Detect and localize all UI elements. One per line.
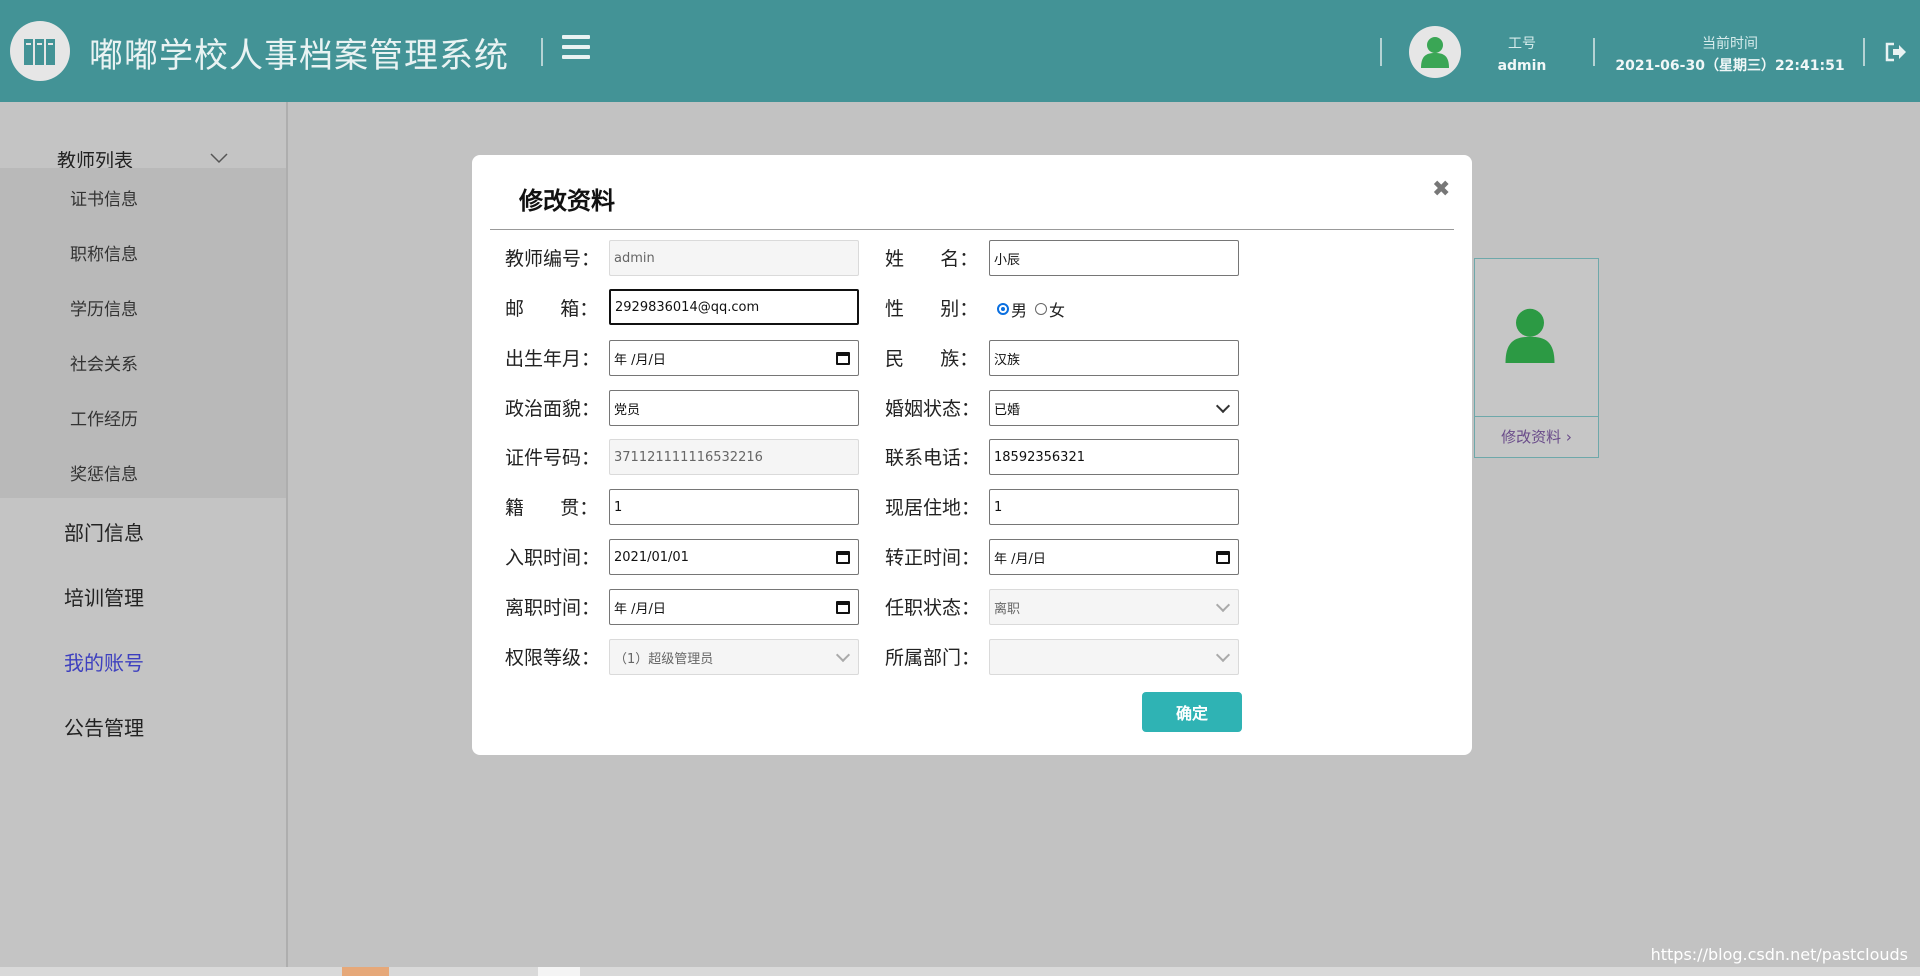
- department-label: 所属部门：: [885, 647, 981, 669]
- permission-label: 权限等级：: [505, 647, 601, 669]
- close-icon[interactable]: ✖: [1432, 177, 1450, 202]
- id-no-label: 证件号码：: [505, 447, 601, 469]
- top-header: 嘟嘟学校人事档案管理系统 工号 admin 当前时间 2021-06-30（星期…: [0, 0, 1920, 102]
- profile-card: 修改资料 ›: [1474, 258, 1599, 458]
- email-field[interactable]: 2929836014@qq.com: [609, 289, 859, 325]
- chevron-down-icon: [1215, 398, 1231, 414]
- sidebar-item-social-relations[interactable]: 社会关系: [70, 350, 138, 375]
- job-status-select: 离职: [989, 589, 1239, 625]
- name-label: 姓 名：: [885, 248, 979, 270]
- scrollbar-segment: [538, 967, 580, 976]
- ethnic-label: 民 族：: [885, 348, 979, 370]
- scrollbar-segment: [342, 967, 389, 976]
- hire-date-label: 入职时间：: [505, 547, 601, 569]
- sidebar-item-education[interactable]: 学历信息: [70, 295, 138, 320]
- chevron-down-icon: [1215, 647, 1231, 663]
- header-divider: [1380, 38, 1382, 66]
- sidebar-item-departments[interactable]: 部门信息: [64, 517, 144, 546]
- leave-date-picker[interactable]: 年 /月/日: [609, 589, 859, 625]
- gender-female-radio[interactable]: [1035, 303, 1048, 315]
- logout-icon[interactable]: [1885, 42, 1907, 62]
- user-icon: [1421, 37, 1449, 68]
- logo: [10, 21, 70, 81]
- name-field[interactable]: 小辰: [989, 240, 1239, 276]
- modal-title: 修改资料: [519, 187, 615, 215]
- calendar-icon[interactable]: [836, 351, 850, 365]
- gender-male-radio[interactable]: [997, 303, 1009, 315]
- permission-select: （1）超级管理员: [609, 639, 859, 675]
- sidebar-item-certificates[interactable]: 证书信息: [70, 185, 138, 210]
- hire-date-picker[interactable]: 2021/01/01: [609, 539, 859, 575]
- sidebar-submenu: 证书信息 职称信息 学历信息 社会关系 工作经历 奖惩信息: [0, 168, 286, 498]
- marital-label: 婚姻状态：: [885, 398, 981, 420]
- sidebar-item-training[interactable]: 培训管理: [64, 582, 144, 611]
- leave-date-label: 离职时间：: [505, 597, 601, 619]
- header-divider: [1593, 38, 1595, 66]
- watermark: https://blog.csdn.net/pastclouds: [1650, 945, 1908, 964]
- sidebar: 教师列表 证书信息 职称信息 学历信息 社会关系 工作经历 奖惩信息 部门信息 …: [0, 102, 288, 976]
- department-select: [989, 639, 1239, 675]
- user-id-value: admin: [1497, 58, 1547, 74]
- sidebar-item-rewards[interactable]: 奖惩信息: [70, 460, 138, 485]
- header-divider: [541, 38, 543, 66]
- sidebar-item-work-history[interactable]: 工作经历: [70, 405, 138, 430]
- phone-field[interactable]: 18592356321: [989, 439, 1239, 475]
- user-icon: [1505, 308, 1555, 363]
- books-icon: [24, 39, 55, 65]
- confirm-button[interactable]: 确定: [1142, 692, 1242, 732]
- sidebar-item-announcements[interactable]: 公告管理: [64, 712, 144, 741]
- gender-female-label: 女: [1049, 301, 1066, 320]
- regular-date-picker[interactable]: 年 /月/日: [989, 539, 1239, 575]
- time-label: 当前时间: [1702, 36, 1758, 52]
- calendar-icon[interactable]: [836, 600, 850, 614]
- header-divider: [1863, 38, 1865, 66]
- teacher-no-label: 教师编号：: [505, 248, 601, 270]
- address-field[interactable]: 1: [989, 489, 1239, 525]
- hamburger-icon: [562, 35, 590, 39]
- chevron-down-icon[interactable]: [210, 152, 228, 164]
- gender-label: 性 别：: [885, 298, 979, 320]
- phone-label: 联系电话：: [885, 447, 981, 469]
- marital-select[interactable]: 已婚: [989, 390, 1239, 426]
- modal-divider: [490, 229, 1454, 230]
- regular-date-label: 转正时间：: [885, 547, 981, 569]
- politics-label: 政治面貌：: [505, 398, 601, 420]
- id-no-field: 371121111116532216: [609, 439, 859, 475]
- address-label: 现居住地：: [885, 497, 981, 519]
- native-field[interactable]: 1: [609, 489, 859, 525]
- menu-toggle-button[interactable]: [562, 35, 590, 63]
- native-label: 籍 贯：: [505, 497, 599, 519]
- edit-profile-link[interactable]: 修改资料 ›: [1475, 416, 1598, 457]
- birth-label: 出生年月：: [505, 348, 601, 370]
- chevron-down-icon: [1215, 597, 1231, 613]
- calendar-icon[interactable]: [836, 550, 850, 564]
- time-value: 2021-06-30（星期三）22:41:51: [1615, 58, 1845, 74]
- politics-field[interactable]: 党员: [609, 390, 859, 426]
- email-label: 邮 箱：: [505, 298, 599, 320]
- user-id-block: 工号 admin: [1482, 33, 1562, 77]
- user-avatar[interactable]: [1409, 26, 1461, 78]
- calendar-icon[interactable]: [1216, 550, 1230, 564]
- chevron-down-icon: [835, 647, 851, 663]
- edit-profile-modal: 修改资料 ✖ 教师编号： admin 姓 名： 小辰 邮 箱： 29298360…: [472, 155, 1472, 755]
- user-id-label: 工号: [1508, 36, 1536, 52]
- job-status-label: 任职状态：: [885, 597, 981, 619]
- sidebar-item-my-account[interactable]: 我的账号: [64, 647, 144, 676]
- gender-radio-group: 男 女: [989, 297, 1065, 321]
- app-title: 嘟嘟学校人事档案管理系统: [89, 36, 509, 76]
- gender-male-label: 男: [1011, 301, 1028, 320]
- ethnic-field[interactable]: 汉族: [989, 340, 1239, 376]
- teacher-no-field: admin: [609, 240, 859, 276]
- bottom-scrollbar[interactable]: [0, 967, 1920, 976]
- sidebar-item-titles[interactable]: 职称信息: [70, 240, 138, 265]
- current-time-block: 当前时间 2021-06-30（星期三）22:41:51: [1610, 33, 1850, 77]
- birth-date-picker[interactable]: 年 /月/日: [609, 340, 859, 376]
